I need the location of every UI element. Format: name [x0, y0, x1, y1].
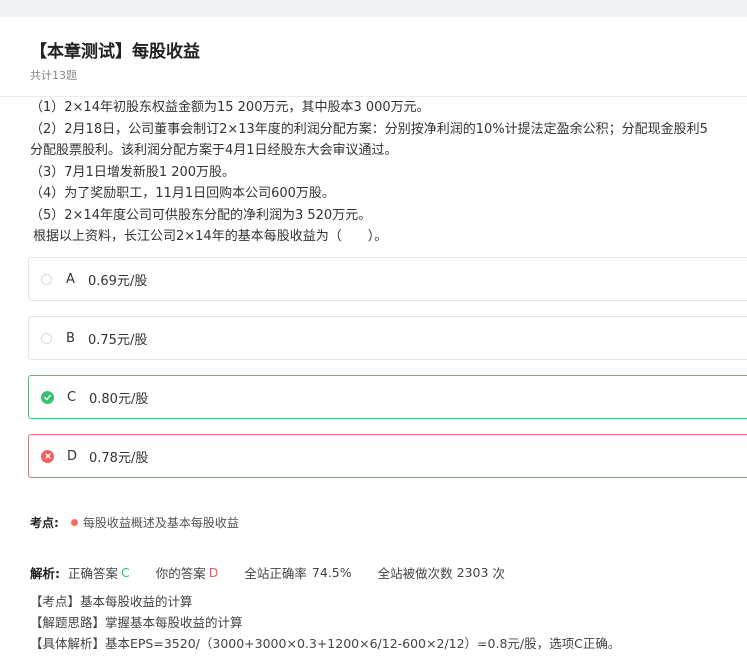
- option-letter: A: [66, 271, 75, 287]
- attempts-unit: 次: [492, 566, 505, 581]
- detail-line: 【具体解析】基本EPS=3520/（3000+3000×0.3+1200×6/1…: [30, 636, 621, 651]
- question-count: 共计13题: [30, 69, 77, 82]
- analysis-label: 解析:: [30, 566, 60, 581]
- option-letter: D: [67, 448, 78, 464]
- detail-line: 【考点】基本每股收益的计算: [30, 594, 193, 609]
- option-letter: C: [67, 389, 77, 405]
- option-text: 0.78元/股: [89, 450, 149, 466]
- option-a[interactable]: A 0.69元/股: [28, 257, 747, 301]
- analysis-detail: 【考点】基本每股收益的计算 【解题思路】掌握基本每股收益的计算 【具体解析】基本…: [30, 591, 620, 654]
- stem-line: （3）7月1日增发新股1 200万股。: [30, 164, 236, 180]
- knowledge-point: 考点: 每股收益概述及基本每股收益: [30, 514, 239, 531]
- option-text: 0.80元/股: [89, 391, 149, 407]
- stem-line: （4）为了奖励职工，11月1日回购本公司600万股。: [30, 186, 335, 201]
- knowledge-point-tag: 每股收益概述及基本每股收益: [82, 516, 239, 530]
- check-circle-icon: [41, 390, 54, 404]
- attempts-value: 2303: [456, 565, 489, 580]
- option-b[interactable]: B 0.75元/股: [28, 316, 747, 360]
- option-letter: B: [66, 330, 75, 346]
- accuracy-label: 全站正确率: [244, 566, 307, 581]
- your-answer-label: 你的答案: [155, 566, 206, 581]
- knowledge-point-label: 考点:: [30, 516, 59, 530]
- option-d[interactable]: D 0.78元/股: [28, 434, 747, 478]
- your-answer-value: D: [208, 565, 219, 580]
- stem-line: （2）2月18日，公司董事会制订2×13年度的利润分配方案：分别按净利润的10%…: [30, 121, 708, 137]
- option-text: 0.69元/股: [88, 273, 148, 289]
- correct-answer-value: C: [121, 565, 130, 580]
- detail-line: 【解题思路】掌握基本每股收益的计算: [30, 615, 243, 630]
- option-text: 0.75元/股: [88, 332, 148, 348]
- top-bar: [0, 0, 747, 17]
- question-prompt: 根据以上资料，长江公司2×14年的基本每股收益为（ ）。: [33, 229, 388, 244]
- stem-line: （1）2×14年初股东权益金额为15 200万元，其中股本3 000万元。: [30, 100, 430, 115]
- page-title: 【本章测试】每股收益: [30, 42, 200, 62]
- option-c[interactable]: C 0.80元/股: [28, 375, 747, 419]
- radio-circle-icon: [41, 273, 52, 285]
- accuracy-value: 74.5%: [311, 565, 352, 580]
- radio-circle-icon: [41, 332, 52, 344]
- question-stem: （1）2×14年初股东权益金额为15 200万元，其中股本3 000万元。 （2…: [30, 97, 747, 248]
- attempts-label: 全站被做次数: [377, 566, 453, 581]
- stem-line: （5）2×14年度公司可供股东分配的净利润为3 520万元。: [30, 207, 372, 223]
- correct-answer-label: 正确答案: [68, 566, 119, 581]
- close-circle-icon: [41, 449, 54, 463]
- page-header: 【本章测试】每股收益 共计13题: [0, 17, 747, 97]
- stem-line: 分配股票股利。该利润分配方案于4月1日经股东大会审议通过。: [30, 143, 398, 158]
- analysis-summary: 解析: 正确答案 C 你的答案 D 全站正确率 74.5% 全站被做次数 230…: [30, 563, 505, 582]
- dot-icon: [70, 519, 78, 526]
